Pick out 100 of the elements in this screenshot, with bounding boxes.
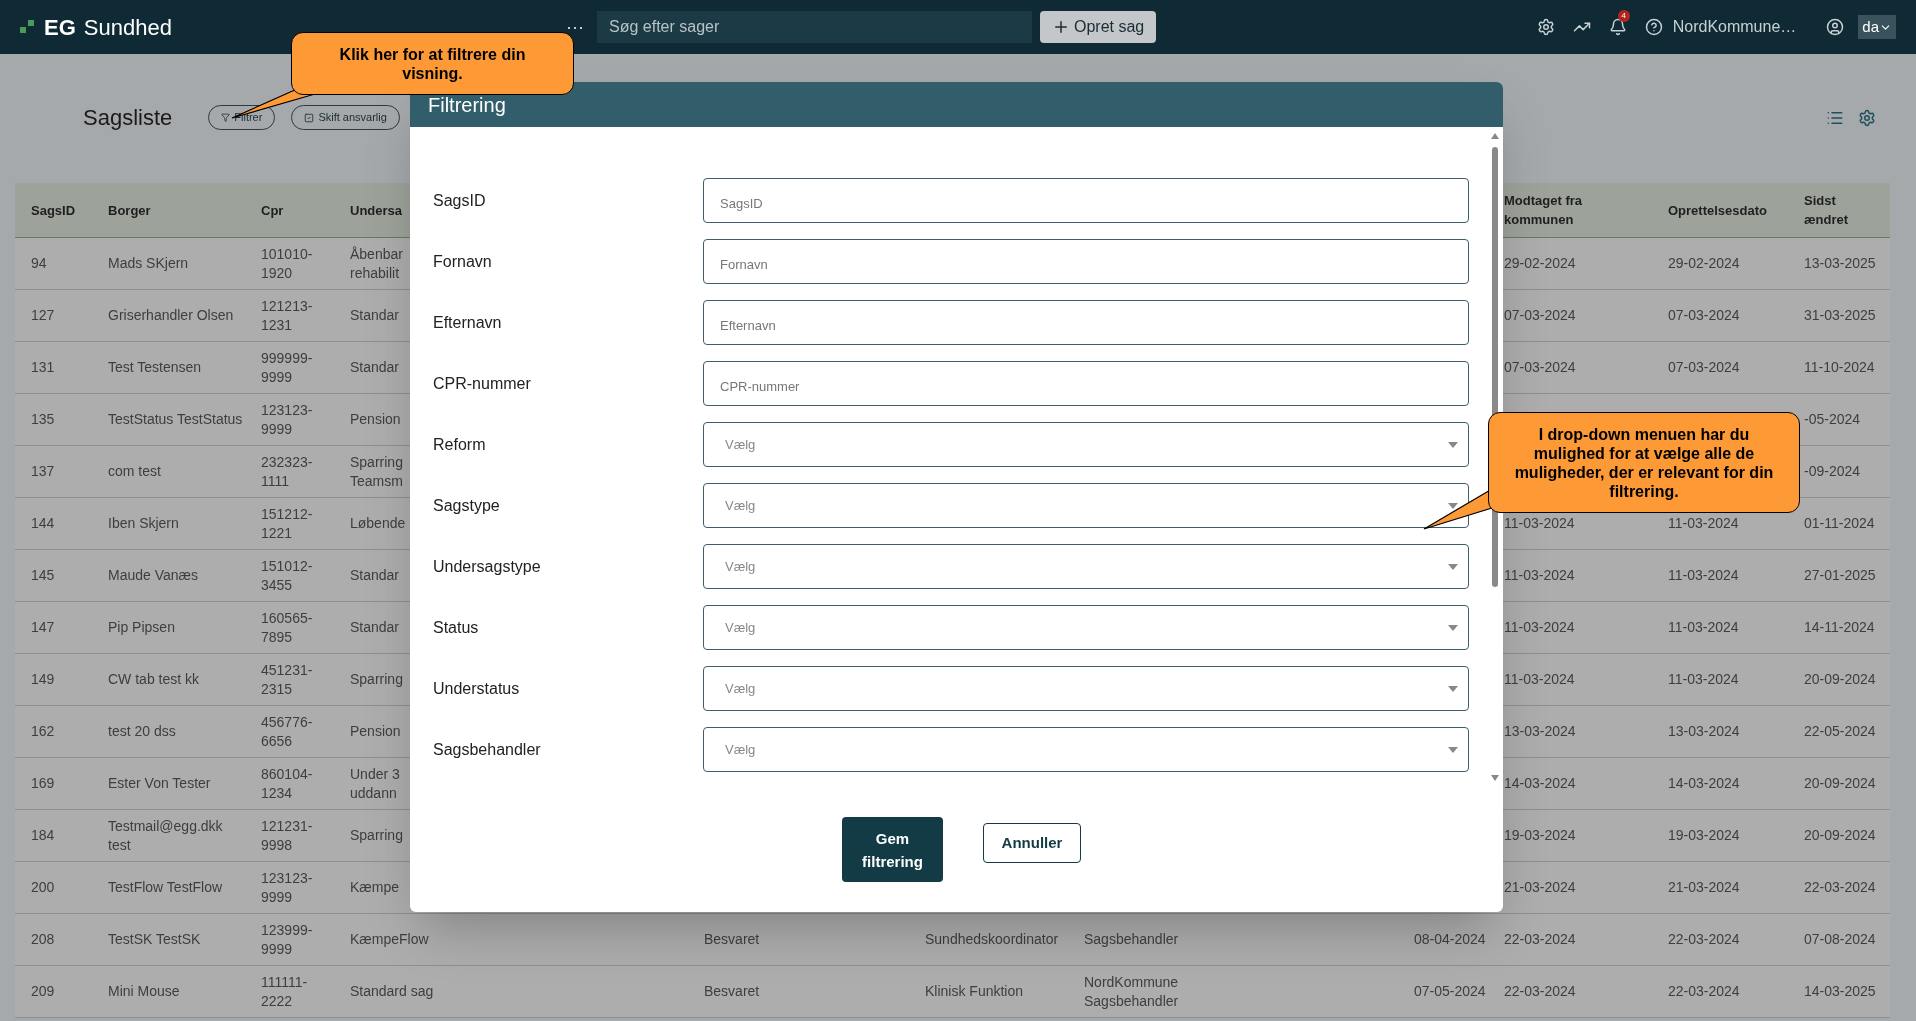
table-cell: Sagsbehandler [1084,930,1179,949]
table-cell-text: 999999-9999 [261,348,314,387]
table-cell-text: Testmail@egg.dkk test [108,816,224,855]
field-label: Status [433,617,480,638]
user-icon[interactable] [1826,18,1845,36]
table-cell: 131 [31,358,55,377]
table-cell: 19-03-2024 [1504,826,1576,845]
text-field[interactable]: Efternavn [703,300,1469,345]
table-cell: Pension [350,410,401,429]
table-cell: 184 [31,826,55,845]
table-cell: 14-03-2024 [1668,774,1740,793]
table-cell: Iben Skjern [108,514,179,533]
table-cell: 208 [31,930,55,949]
column-header: Oprettelsesdato [1668,201,1767,220]
cancel-button[interactable]: Annuller [983,823,1081,863]
table-cell: 169 [31,774,55,793]
table-cell: com test [108,462,161,481]
table-cell: 29-02-2024 [1668,254,1740,273]
select-field[interactable]: Vælg [703,544,1469,589]
plus-icon [1052,18,1070,36]
table-cell: -05-2024 [1804,410,1861,429]
table-cell: 11-03-2024 [1668,618,1739,637]
table-cell: Ester Von Tester [108,774,211,793]
table-cell: 22-05-2024 [1804,722,1876,741]
select-field[interactable]: Vælg [703,727,1469,772]
table-cell: Standar [350,358,400,377]
table-cell: Test Testensen [108,358,202,377]
field-label: Fornavn [433,251,493,272]
table-cell: Mads SKjern [108,254,189,273]
change-owner-button[interactable]: Skift ansvarlig [291,105,400,130]
table-cell: 11-03-2024 [1504,514,1575,533]
table-cell: 11-03-2024 [1668,566,1739,585]
table-cell: 07-03-2024 [1504,306,1576,325]
table-cell: 21-03-2024 [1504,878,1576,897]
column-header: Cpr [261,201,284,220]
table-cell-text: 123123-9999 [261,868,314,907]
select-placeholder: Vælg [725,557,756,576]
select-placeholder: Vælg [725,435,756,454]
table-cell: 13-03-2024 [1504,722,1576,741]
table-cell-text: Under 3 uddann [350,764,401,803]
table-cell: 137 [31,462,55,481]
table-cell: 22-03-2024 [1504,930,1576,949]
select-placeholder: Vælg [725,679,756,698]
table-cell: CW tab test kk [108,670,200,689]
search-field[interactable]: Søg efter sager [597,11,1032,43]
create-case-button[interactable]: Opret sag [1040,11,1157,43]
table-cell: Standard sag [350,982,434,1001]
settings-icon[interactable] [1536,18,1555,36]
table-cell-text: NordKommune Sagsbehandler [1084,972,1180,1011]
filter-icon [221,113,231,122]
table-cell: KæmpeFlow [350,930,429,949]
table-cell: 22-03-2024 [1668,982,1740,1001]
organization-name[interactable]: NordKommune… [1672,15,1797,39]
table-cell: 13-03-2025 [1804,254,1876,273]
table-cell: Besvaret [704,930,760,949]
table-cell: Sparring [350,670,403,689]
column-header: SagsID [31,201,76,220]
table-cell-text: 151012-3455 [261,556,314,595]
save-filter-button[interactable]: Gem filtrering [842,817,943,882]
table-cell: Griserhandler Olsen [108,306,234,325]
field-label: Efternavn [433,312,503,333]
help-icon[interactable] [1644,18,1663,36]
table-cell: 22-03-2024 [1504,982,1576,1001]
language-select[interactable]: da [1858,15,1896,39]
table-cell: 14-03-2025 [1804,982,1876,1001]
table-cell: 94 [31,254,47,273]
table-cell: Pension [350,722,401,741]
field-label: Reform [433,434,487,455]
text-field[interactable]: Fornavn [703,239,1469,284]
text-field[interactable]: CPR-nummer [703,361,1469,406]
table-cell: -09-2024 [1804,462,1861,481]
table-cell: 14-03-2024 [1504,774,1576,793]
notifications-icon[interactable] [1608,18,1627,36]
table-cell-text: 160565-7895 [261,608,314,647]
table-cell: 20-09-2024 [1804,774,1876,793]
table-cell: 27-01-2025 [1804,566,1876,585]
table-cell-text: 121231-9998 [261,816,314,855]
text-field[interactable]: SagsID [703,178,1469,223]
table-cell: 22-03-2024 [1804,878,1876,897]
table-cell: 209 [31,982,55,1001]
select-field[interactable]: Vælg [703,422,1469,467]
table-cell: 11-10-2024 [1804,358,1875,377]
table-cell: 19-03-2024 [1668,826,1740,845]
table-cell: 147 [31,618,55,637]
table-cell: Løbende [350,514,404,533]
logo-mark: EG [44,13,76,42]
table-cell: Pip Pipsen [108,618,175,637]
table-cell: 21-03-2024 [1668,878,1740,897]
select-field[interactable]: Vælg [703,666,1469,711]
page-title: Sagsliste [83,104,173,132]
column-header: Modtaget fra kommunen [1504,192,1583,229]
select-field[interactable]: Vælg [703,605,1469,650]
select-placeholder: Vælg [725,618,756,637]
table-cell: TestSK TestSK [108,930,201,949]
select-placeholder: Vælg [725,740,756,759]
table-cell: 07-03-2024 [1668,358,1740,377]
table-cell: 135 [31,410,55,429]
table-cell: 11-03-2024 [1504,670,1575,689]
table-cell: 22-03-2024 [1668,930,1740,949]
table-cell: 149 [31,670,55,689]
